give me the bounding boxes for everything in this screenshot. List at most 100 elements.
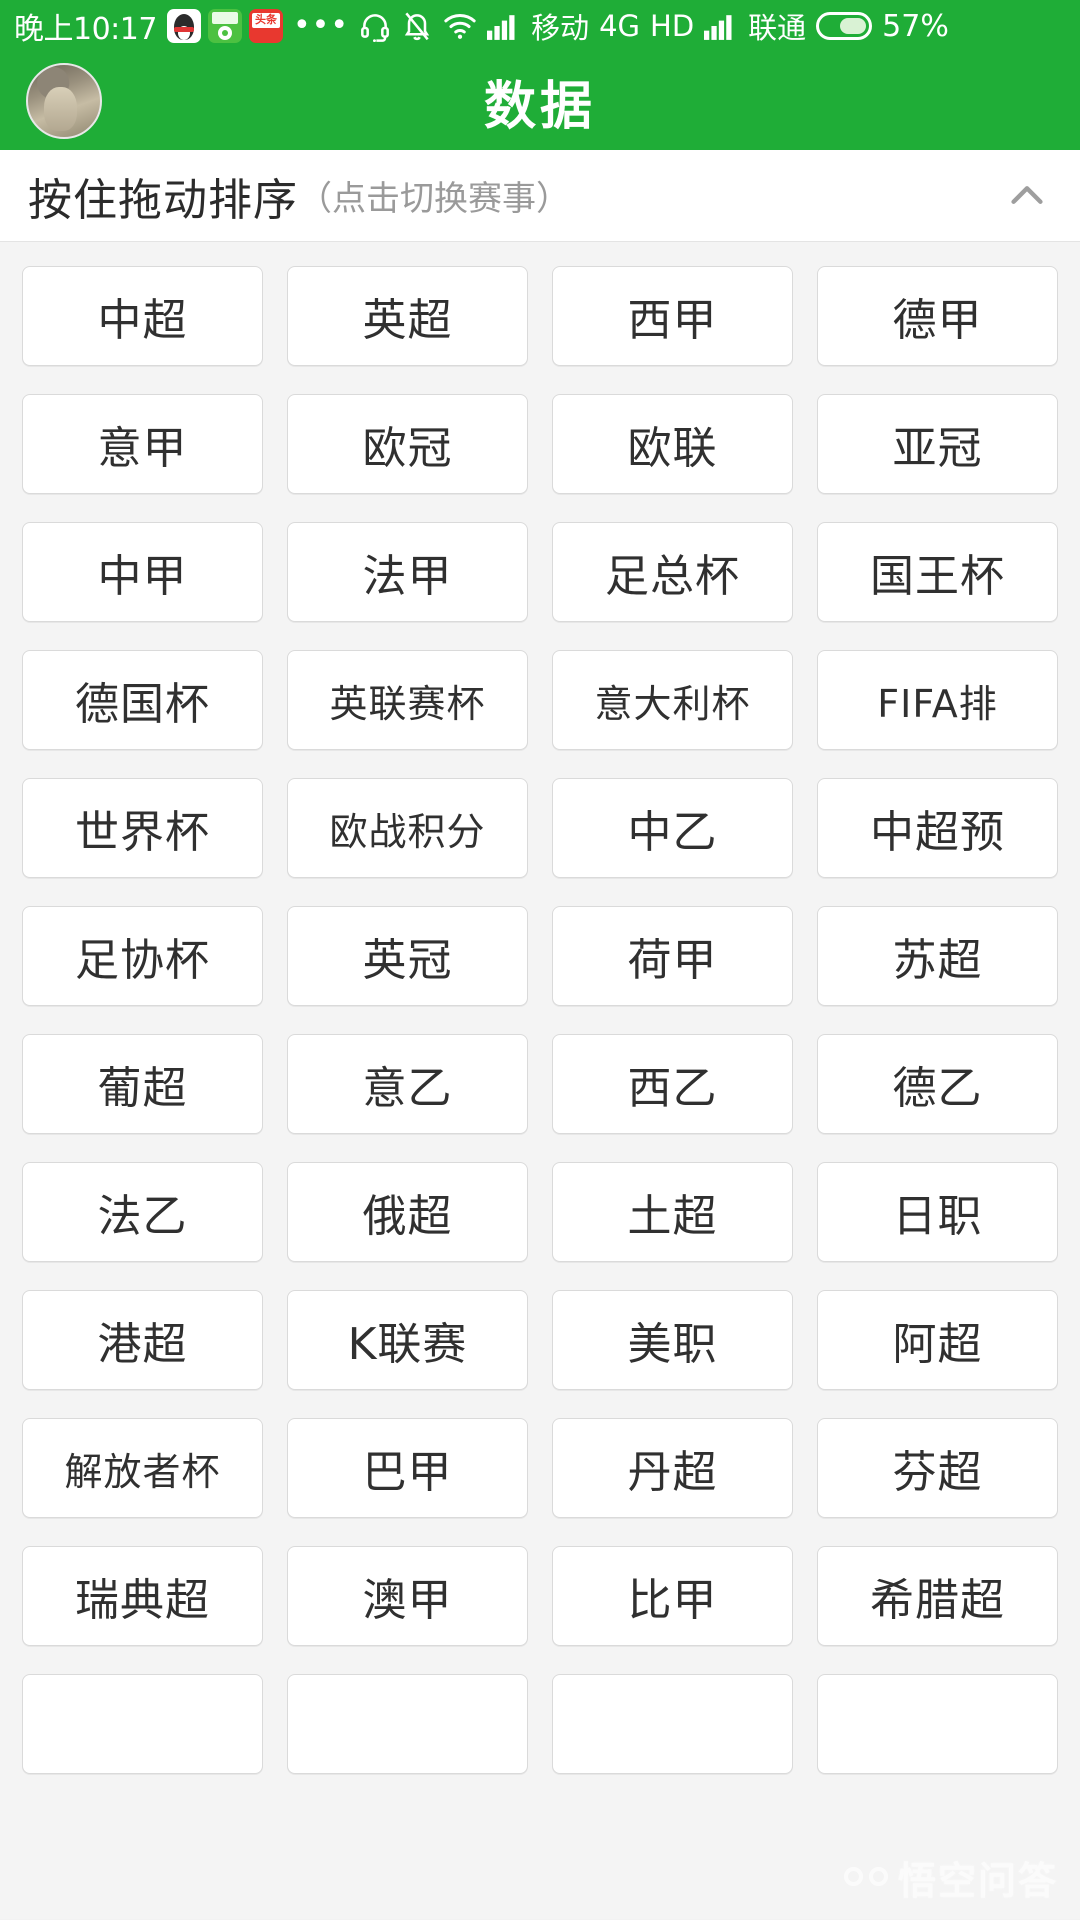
league-tile-label: 德乙 [892,1063,983,1114]
league-tile[interactable]: 葡超 [22,1034,263,1134]
league-tile[interactable]: 英冠 [287,906,528,1006]
league-tile-label: 意乙 [362,1063,453,1114]
league-tile[interactable]: 足协杯 [22,906,263,1006]
league-tile-label: K联赛 [347,1319,468,1370]
league-tile[interactable]: 国王杯 [817,522,1058,622]
league-tile[interactable]: 解放者杯 [22,1418,263,1518]
league-tile[interactable]: 日职 [817,1162,1058,1262]
league-tile[interactable]: 中乙 [552,778,793,878]
league-tile[interactable]: 瑞典超 [22,1546,263,1646]
league-tile[interactable]: 中甲 [22,522,263,622]
league-tile-label: 英联赛杯 [329,681,486,726]
league-tile-label: 瑞典超 [75,1575,210,1626]
league-tile-label: 世界杯 [75,807,210,858]
league-tile-label: 荷甲 [627,935,718,986]
league-tile-label: 意大利杯 [594,681,751,726]
league-tile[interactable]: 德甲 [817,266,1058,366]
league-tile[interactable]: 欧联 [552,394,793,494]
league-tile[interactable]: 阿超 [817,1290,1058,1390]
hd-label: HD [650,9,695,43]
league-tile[interactable]: 苏超 [817,906,1058,1006]
status-bar: 晚上10:17 ••• [0,0,1080,52]
league-tile-label: 法乙 [97,1191,188,1242]
league-tile-label: 欧联 [627,423,718,474]
bell-muted-icon [401,10,433,42]
league-tile-label: 解放者杯 [64,1449,221,1494]
league-tile-label: 苏超 [892,935,983,986]
league-tile[interactable]: 中超预 [817,778,1058,878]
league-tile-label: 希腊超 [870,1575,1005,1626]
league-tile[interactable]: 比甲 [552,1546,793,1646]
league-tile[interactable]: 法乙 [22,1162,263,1262]
league-tile[interactable] [287,1674,528,1774]
league-tile-label: 国王杯 [870,551,1005,602]
league-tile[interactable]: 德国杯 [22,650,263,750]
league-tile[interactable]: 中超 [22,266,263,366]
league-tile[interactable] [552,1674,793,1774]
league-tile-label: 德甲 [892,295,983,346]
sort-section-header[interactable]: 按住拖动排序 （点击切换赛事） [0,150,1080,242]
league-tile[interactable]: 美职 [552,1290,793,1390]
network-type-label: 4G [599,9,641,43]
league-tile[interactable]: 英联赛杯 [287,650,528,750]
league-tile-label: 比甲 [627,1575,718,1626]
league-tile-label: 中乙 [627,807,718,858]
league-tile[interactable] [22,1674,263,1774]
league-tile-label: 足总杯 [605,551,740,602]
league-tile-label: 英超 [362,295,453,346]
app-bar: 数据 [0,52,1080,150]
league-tile-label: 港超 [97,1319,188,1370]
watermark: 悟空问答 [843,1850,1058,1905]
league-tile[interactable]: 土超 [552,1162,793,1262]
league-tile[interactable]: 俄超 [287,1162,528,1262]
battery-icon [816,12,873,40]
league-tile-label: 亚冠 [892,423,983,474]
league-tile[interactable]: 亚冠 [817,394,1058,494]
league-tile-label: 土超 [627,1191,718,1242]
signal-bars-icon [487,11,521,41]
league-tile-label: 澳甲 [362,1575,453,1626]
league-tile[interactable]: K联赛 [287,1290,528,1390]
league-tile[interactable]: 欧战积分 [287,778,528,878]
league-tile-label: 芬超 [892,1447,983,1498]
league-tile-label: 意甲 [97,423,188,474]
league-tile-label: 欧冠 [362,423,453,474]
league-tile[interactable]: 世界杯 [22,778,263,878]
avatar[interactable] [26,63,102,139]
league-tile[interactable]: FIFA排 [817,650,1058,750]
league-tile[interactable]: 港超 [22,1290,263,1390]
league-tile-label: 中超预 [870,807,1005,858]
league-tile-label: 日职 [892,1191,983,1242]
league-tile[interactable]: 荷甲 [552,906,793,1006]
league-tile[interactable]: 足总杯 [552,522,793,622]
league-tile[interactable]: 澳甲 [287,1546,528,1646]
headset-icon [359,10,391,42]
carrier-secondary-label: 联通 [748,11,807,45]
league-tile-label: FIFA排 [877,681,998,726]
carrier-primary-label: 移动 [531,11,590,45]
watermark-label: 悟空问答 [897,1859,1058,1903]
league-grid-container: 中超 英超 西甲 德甲意甲 欧冠 欧联 亚冠中甲 法甲 足总杯 国王杯德国杯 英联赛杯 意大利杯 FIF… [0,242,1080,1919]
league-tile[interactable]: 意大利杯 [552,650,793,750]
league-tile[interactable]: 意乙 [287,1034,528,1134]
league-tile[interactable]: 英超 [287,266,528,366]
signal-bars-secondary-icon [704,11,738,41]
league-grid: 中超 英超 西甲 德甲意甲 欧冠 欧联 亚冠中甲 法甲 足总杯 国王杯德国杯 英联赛杯 意大利杯 FIF… [22,266,1058,1774]
league-tile[interactable]: 德乙 [817,1034,1058,1134]
toutiao-icon [248,9,283,43]
chevron-up-icon[interactable] [1004,173,1050,219]
league-tile[interactable]: 巴甲 [287,1418,528,1518]
league-tile[interactable]: 西乙 [552,1034,793,1134]
league-tile[interactable]: 欧冠 [287,394,528,494]
league-tile[interactable]: 芬超 [817,1418,1058,1518]
league-tile[interactable]: 丹超 [552,1418,793,1518]
status-bar-clock: 晚上10:17 [14,12,157,47]
league-tile[interactable]: 西甲 [552,266,793,366]
league-tile[interactable]: 意甲 [22,394,263,494]
league-tile-label: 中甲 [97,551,188,602]
league-tile[interactable] [817,1674,1058,1774]
league-tile-label: 法甲 [362,551,453,602]
league-tile[interactable]: 希腊超 [817,1546,1058,1646]
league-tile[interactable]: 法甲 [287,522,528,622]
sort-instruction-label: 按住拖动排序 [28,174,298,226]
